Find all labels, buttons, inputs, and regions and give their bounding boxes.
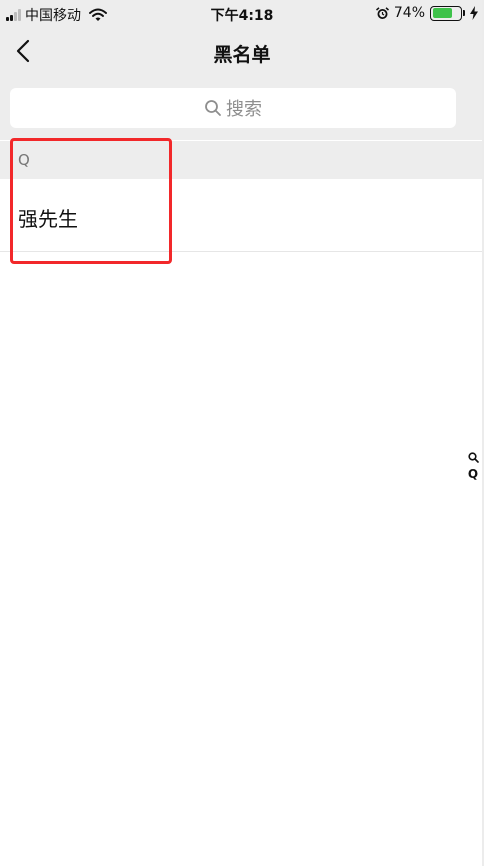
nav-bar: 黑名单 [0,28,484,74]
section-letter: Q [18,151,30,169]
page-title: 黑名单 [213,44,271,66]
search-area: 搜索 [0,74,484,140]
battery-icon [430,5,462,21]
search-input[interactable]: 搜索 [10,88,456,128]
index-letter[interactable]: Q [468,467,478,481]
alarm-icon [375,6,389,19]
status-bar: 中国移动 下午4:18 74% [0,0,484,28]
list-item[interactable]: 强先生 [0,179,484,252]
search-icon [205,100,221,116]
charging-icon [470,6,478,20]
index-search-icon[interactable] [467,452,479,463]
contact-name: 强先生 [18,207,78,231]
index-bar[interactable]: Q [466,452,480,481]
section-header: Q [0,141,484,179]
status-bar-right: 74% [375,5,478,21]
battery-percent: 74% [393,5,425,21]
battery-cap [463,10,465,16]
battery-fill [432,8,453,18]
search-placeholder: 搜索 [226,99,262,120]
